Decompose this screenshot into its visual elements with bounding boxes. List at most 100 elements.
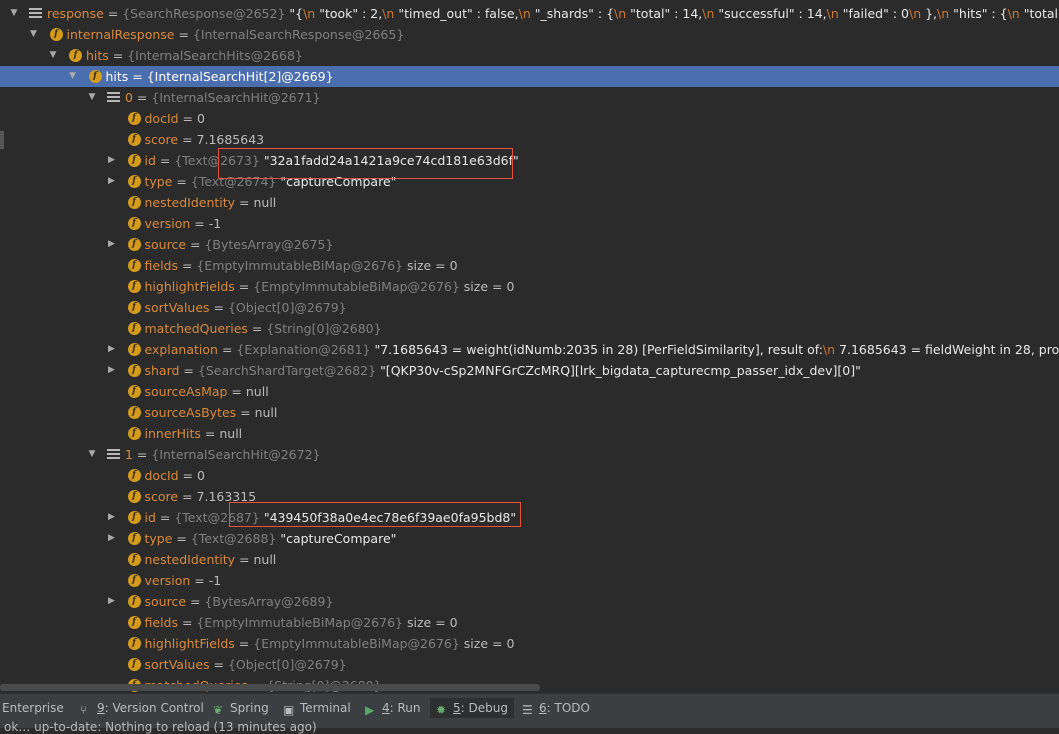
tree-row-matchedQueries[interactable]: fmatchedQueries = {String[0]@2680} bbox=[0, 318, 1059, 339]
tree-row-1[interactable]: ▼1 = {InternalSearchHit@2672} bbox=[0, 444, 1059, 465]
tree-row-sortValues[interactable]: fsortValues = {Object[0]@2679} bbox=[0, 297, 1059, 318]
variable-value: "captureCompare" bbox=[280, 531, 396, 546]
chevron-right-icon[interactable]: ▶ bbox=[106, 234, 118, 255]
tree-row-text: fields = {EmptyImmutableBiMap@2676} size… bbox=[145, 612, 458, 633]
tool-todo[interactable]: ☰6: TODO bbox=[522, 698, 590, 718]
tree-row-score[interactable]: f score = 7.1685643 bbox=[0, 129, 1059, 150]
tree-row-response[interactable]: ▼response = {SearchResponse@2652} "{\n "… bbox=[0, 3, 1059, 24]
field-icon: f bbox=[128, 406, 141, 419]
variable-value: size = 0 bbox=[407, 615, 458, 630]
variable-name: matchedQueries bbox=[145, 321, 248, 336]
variable-value: "7.1685643 = weight(idNumb:2035 in 28) [… bbox=[374, 342, 1059, 357]
variable-value: -1 bbox=[209, 573, 221, 588]
variable-type: {InternalSearchResponse@2665} bbox=[193, 27, 404, 42]
chevron-right-icon[interactable]: ▶ bbox=[106, 591, 118, 612]
tree-row-0[interactable]: ▼0 = {InternalSearchHit@2671} bbox=[0, 87, 1059, 108]
tree-row-type[interactable]: ▶ftype = {Text@2688} "captureCompare" bbox=[0, 528, 1059, 549]
tree-row-sourceAsBytes[interactable]: fsourceAsBytes = null bbox=[0, 402, 1059, 423]
tree-row-source[interactable]: ▶fsource = {BytesArray@2675} bbox=[0, 234, 1059, 255]
tree-row-docId[interactable]: f docId = 0 bbox=[0, 108, 1059, 129]
variable-type: {InternalSearchHit@2672} bbox=[151, 447, 320, 462]
variable-name: score bbox=[145, 132, 179, 147]
variable-name: innerHits bbox=[145, 426, 201, 441]
array-icon bbox=[29, 7, 42, 20]
variable-name: sourceAsBytes bbox=[145, 405, 237, 420]
tool-terminal[interactable]: ▣Terminal bbox=[283, 698, 351, 718]
variables-tree[interactable]: ▼response = {SearchResponse@2652} "{\n "… bbox=[0, 0, 1059, 692]
field-icon: f bbox=[128, 532, 141, 545]
tree-row-shard[interactable]: ▶fshard = {SearchShardTarget@2682} "[QKP… bbox=[0, 360, 1059, 381]
tree-row-highlightFields[interactable]: fhighlightFields = {EmptyImmutableBiMap@… bbox=[0, 633, 1059, 654]
field-icon: f bbox=[128, 469, 141, 482]
chevron-right-icon[interactable]: ▶ bbox=[106, 528, 118, 549]
field-icon: f bbox=[128, 574, 141, 587]
variable-name: hits bbox=[106, 69, 129, 84]
tree-row-explanation[interactable]: ▶fexplanation = {Explanation@2681} "7.16… bbox=[0, 339, 1059, 360]
chevron-down-icon[interactable]: ▼ bbox=[8, 3, 20, 24]
tree-row-hits[interactable]: ▼fhits = {InternalSearchHit[2]@2669} bbox=[0, 66, 1059, 87]
variable-name: sortValues bbox=[145, 657, 210, 672]
field-icon: f bbox=[128, 616, 141, 629]
tree-row-text: sourceAsMap = null bbox=[145, 381, 269, 402]
field-icon: f bbox=[128, 217, 141, 230]
field-icon: f bbox=[128, 154, 141, 167]
tree-row-text: source = {BytesArray@2689} bbox=[145, 591, 334, 612]
variable-name: fields bbox=[145, 258, 178, 273]
tree-row-text: highlightFields = {EmptyImmutableBiMap@2… bbox=[145, 276, 515, 297]
tree-row-type[interactable]: ▶ftype = {Text@2674} "captureCompare" bbox=[0, 171, 1059, 192]
tool-enterprise[interactable]: Enterprise bbox=[2, 698, 64, 718]
tree-row-innerHits[interactable]: finnerHits = null bbox=[0, 423, 1059, 444]
variable-type: {InternalSearchHits@2668} bbox=[127, 48, 303, 63]
tree-row-text: hits = {InternalSearchHits@2668} bbox=[86, 45, 303, 66]
variable-name: nestedIdentity bbox=[145, 552, 236, 567]
tree-row-text: version = -1 bbox=[145, 570, 222, 591]
tree-row-hits[interactable]: ▼fhits = {InternalSearchHits@2668} bbox=[0, 45, 1059, 66]
chevron-right-icon[interactable]: ▶ bbox=[106, 150, 118, 171]
variable-value: "[QKP30v-cSp2MNFGrCZcMRQ][lrk_bigdata_ca… bbox=[380, 363, 861, 378]
chevron-down-icon[interactable]: ▼ bbox=[67, 66, 79, 87]
tree-row-sourceAsMap[interactable]: fsourceAsMap = null bbox=[0, 381, 1059, 402]
chevron-right-icon[interactable]: ▶ bbox=[106, 339, 118, 360]
tree-row-source[interactable]: ▶fsource = {BytesArray@2689} bbox=[0, 591, 1059, 612]
horizontal-scrollbar[interactable] bbox=[0, 684, 540, 691]
tree-row-version[interactable]: fversion = -1 bbox=[0, 213, 1059, 234]
field-icon: f bbox=[128, 112, 141, 125]
tool-run[interactable]: ▶4: Run bbox=[365, 698, 421, 718]
tree-row-text: score = 7.1685643 bbox=[145, 129, 265, 150]
tool-debug[interactable]: ✹5: Debug bbox=[430, 698, 514, 718]
tree-row-id[interactable]: ▶fid = {Text@2687} "439450f38a0e4ec78e6f… bbox=[0, 507, 1059, 528]
chevron-down-icon[interactable]: ▼ bbox=[47, 45, 59, 66]
tree-row-docId[interactable]: fdocId = 0 bbox=[0, 465, 1059, 486]
chevron-down-icon[interactable]: ▼ bbox=[28, 24, 40, 45]
chevron-right-icon[interactable]: ▶ bbox=[106, 171, 118, 192]
tree-row-nestedIdentity[interactable]: fnestedIdentity = null bbox=[0, 549, 1059, 570]
tree-row-fields[interactable]: f fields = {EmptyImmutableBiMap@2676} siz… bbox=[0, 612, 1059, 633]
tree-row-text: internalResponse = {InternalSearchRespon… bbox=[67, 24, 405, 45]
tool-spring[interactable]: ❦Spring bbox=[213, 698, 269, 718]
tool-version-control[interactable]: ⑂9: Version Control bbox=[80, 698, 204, 718]
tree-row-nestedIdentity[interactable]: fnestedIdentity = null bbox=[0, 192, 1059, 213]
tree-row-text: explanation = {Explanation@2681} "7.1685… bbox=[145, 339, 1059, 360]
tree-row-sortValues[interactable]: f sortValues = {Object[0]@2679} bbox=[0, 654, 1059, 675]
variable-value: size = 0 bbox=[407, 258, 458, 273]
tree-row-score[interactable]: fscore = 7.163315 bbox=[0, 486, 1059, 507]
tree-row-text: docId = 0 bbox=[145, 108, 205, 129]
field-icon: f bbox=[128, 511, 141, 524]
field-icon: f bbox=[128, 658, 141, 671]
tree-row-text: sortValues = {Object[0]@2679} bbox=[145, 654, 347, 675]
variable-name: id bbox=[145, 153, 156, 168]
tree-row-internalResponse[interactable]: ▼finternalResponse = {InternalSearchResp… bbox=[0, 24, 1059, 45]
chevron-right-icon[interactable]: ▶ bbox=[106, 507, 118, 528]
terminal-icon: ▣ bbox=[283, 704, 295, 716]
chevron-down-icon[interactable]: ▼ bbox=[86, 87, 98, 108]
tree-row-version[interactable]: f version = -1 bbox=[0, 570, 1059, 591]
chevron-down-icon[interactable]: ▼ bbox=[86, 444, 98, 465]
field-icon: f bbox=[128, 301, 141, 314]
tree-row-highlightFields[interactable]: fhighlightFields = {EmptyImmutableBiMap@… bbox=[0, 276, 1059, 297]
tree-row-id[interactable]: ▶fid = {Text@2673} "32a1fadd24a1421a9ce7… bbox=[0, 150, 1059, 171]
tree-row-fields[interactable]: ffields = {EmptyImmutableBiMap@2676} siz… bbox=[0, 255, 1059, 276]
variable-value: -1 bbox=[209, 216, 221, 231]
field-icon: f bbox=[128, 490, 141, 503]
chevron-right-icon[interactable]: ▶ bbox=[106, 360, 118, 381]
field-icon: f bbox=[128, 133, 141, 146]
